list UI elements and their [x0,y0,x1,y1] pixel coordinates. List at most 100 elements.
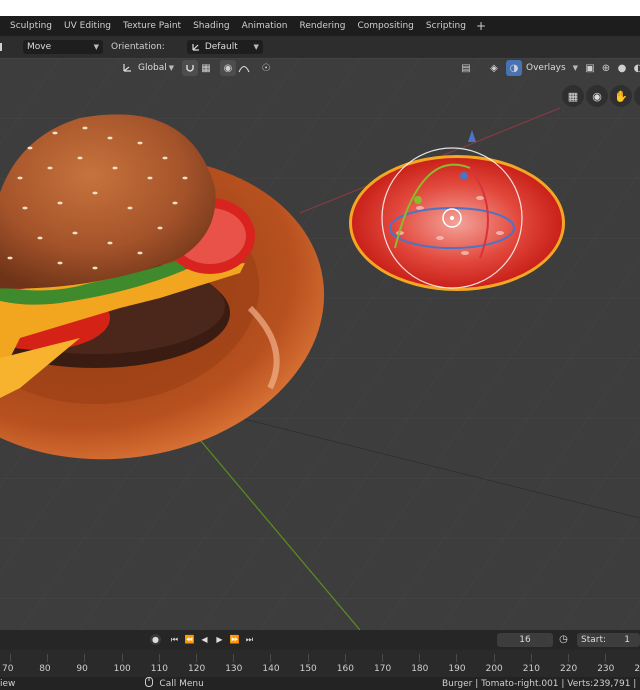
wireframe-shading-icon[interactable]: ⊕ [598,60,614,76]
ruler-tick-line [493,654,495,662]
transform-orientation-value: Global [138,63,167,73]
ruler-tick-label: 140 [262,664,280,674]
snap-target-icon[interactable]: ▦ [198,60,214,76]
active-tool-value: Move [27,42,52,52]
viewport-display-controls: ▤ ◈ ◑ Overlays ▼ ▣ ⊕ ● ◐ [458,60,640,76]
workspace-tabs: Sculpting UV Editing Texture Paint Shadi… [0,16,640,36]
ruler-tick-label: 190 [448,664,466,674]
transform-orientation-dropdown[interactable]: Global ▼ [120,61,178,75]
ruler-tick-line [233,654,235,662]
current-frame-field[interactable]: 16 [497,633,553,647]
camera-icon[interactable]: ◉ [586,85,608,107]
ruler-tick-label: 210 [522,664,540,674]
falloff-curve-icon[interactable] [236,60,252,76]
jump-end-icon[interactable]: ⏭ [244,634,255,645]
gizmo-icon[interactable]: ◈ [486,60,502,76]
status-left-text: iew [0,678,16,689]
tab-scripting[interactable]: Scripting [420,21,472,31]
tab-animation[interactable]: Animation [236,21,294,31]
zoom-icon[interactable]: ⚲ [634,85,640,107]
tab-sculpting[interactable]: Sculpting [4,21,58,31]
active-tool-dropdown[interactable]: Move ▼ [23,40,103,54]
tab-shading[interactable]: Shading [187,21,236,31]
proportional-edit-icon[interactable]: ◉ [220,60,236,76]
ruler-tick-line [530,654,532,662]
orientation-dropdown[interactable]: Default ▼ [186,40,263,55]
ruler-tick-line [270,654,272,662]
scene-statistics: Burger | Tomato-right.001 | Verts:239,79… [442,678,640,689]
tab-compositing[interactable]: Compositing [351,21,419,31]
ruler-tick-label: 180 [411,664,429,674]
material-shading-icon[interactable]: ◐ [630,60,640,76]
solid-shading-icon[interactable]: ● [614,60,630,76]
ruler-tick-label: 80 [39,664,51,674]
3d-viewport[interactable]: Global ▼ ▦ ◉ ☉ ▤ ◈ ◑ Overlays ▼ ▣ ⊕ ● ◐ … [0,58,640,630]
ruler-tick-label: 110 [150,664,168,674]
start-frame-value: 1 [624,635,630,645]
orientation-icon [191,41,202,55]
chevron-down-icon: ▼ [572,64,578,72]
magnet-icon[interactable] [182,60,198,76]
ruler-tick-label: 130 [225,664,243,674]
viewport-scene [0,58,640,630]
orientation-label: Orientation: [111,42,165,52]
ruler-tick-label: 150 [299,664,317,674]
ruler-tick-line [158,654,160,662]
ruler-tick-line [382,654,383,662]
tool-settings-header: Move ▼ Orientation: Default ▼ [0,36,640,58]
ruler-tick-line [10,654,11,662]
xray-icon[interactable]: ▣ [582,60,598,76]
ruler-tick-label: 70 [2,664,14,674]
tab-uv-editing[interactable]: UV Editing [58,21,117,31]
start-frame-label: Start: [581,635,607,645]
overlays-dropdown[interactable]: Overlays ▼ [522,61,582,75]
add-workspace-button[interactable]: + [472,19,490,33]
orientation-value: Default [204,42,238,52]
ruler-tick-label: 120 [188,664,206,674]
jump-prev-keyframe-icon[interactable]: ⏪ [184,634,195,645]
navigation-buttons: ▦ ◉ ✋ ⚲ [562,85,640,107]
ruler-tick-label: 90 [76,664,88,674]
mouse-icon [145,677,154,690]
chevron-down-icon: ▼ [168,64,174,72]
start-frame-field[interactable]: Start: 1 [577,633,640,647]
ruler-tick-label: 24 [634,664,640,674]
current-frame-value: 16 [519,635,531,645]
jump-start-icon[interactable]: ⏮ [169,634,180,645]
header-edge-marker [0,40,3,54]
overlays-label: Overlays [526,63,566,73]
status-bar: iew Call Menu Burger | Tomato-right.001 … [0,677,640,690]
record-icon[interactable]: ● [150,634,161,645]
tab-rendering[interactable]: Rendering [294,21,352,31]
ruler-tick-line [419,654,421,662]
ruler-tick-line [121,654,123,662]
ruler-tick-label: 220 [560,664,578,674]
jump-next-keyframe-icon[interactable]: ⏩ [229,634,240,645]
chevron-down-icon: ▼ [253,43,259,51]
stopwatch-icon[interactable]: ◷ [558,634,569,645]
play-reverse-icon[interactable]: ◀ [199,634,210,645]
ruler-tick-line [196,654,197,662]
ruler-tick-line [568,654,569,662]
overlay-icon[interactable]: ◑ [506,60,522,76]
window-top-strip [0,0,640,16]
timeline-ruler[interactable]: 70 80 90 100 110 120 130 140 150 160 170 180 190 200 2… [0,650,640,677]
ruler-tick-line [344,654,346,662]
play-icon[interactable]: ▶ [214,634,225,645]
ruler-tick-line [47,654,49,662]
ruler-tick-label: 200 [485,664,503,674]
hand-icon[interactable]: ✋ [610,85,632,107]
tab-texture-paint[interactable]: Texture Paint [117,21,187,31]
playback-controls: ● ⏮ ⏪ ◀ ▶ ⏩ ⏭ [150,634,255,645]
viewport-transform-controls: Global ▼ ▦ ◉ ☉ [120,60,274,76]
view-object-types-icon[interactable]: ▤ [458,60,474,76]
call-menu-label: Call Menu [159,678,204,689]
ruler-tick-label: 100 [113,664,131,674]
ruler-tick-line [307,654,309,662]
ruler-tick-label: 230 [597,664,615,674]
grid-icon[interactable]: ▦ [562,85,584,107]
axis-icon [122,62,133,76]
chevron-down-icon: ▼ [93,43,99,51]
pivot-icon[interactable]: ☉ [258,60,274,76]
ruler-tick-line [456,654,458,662]
